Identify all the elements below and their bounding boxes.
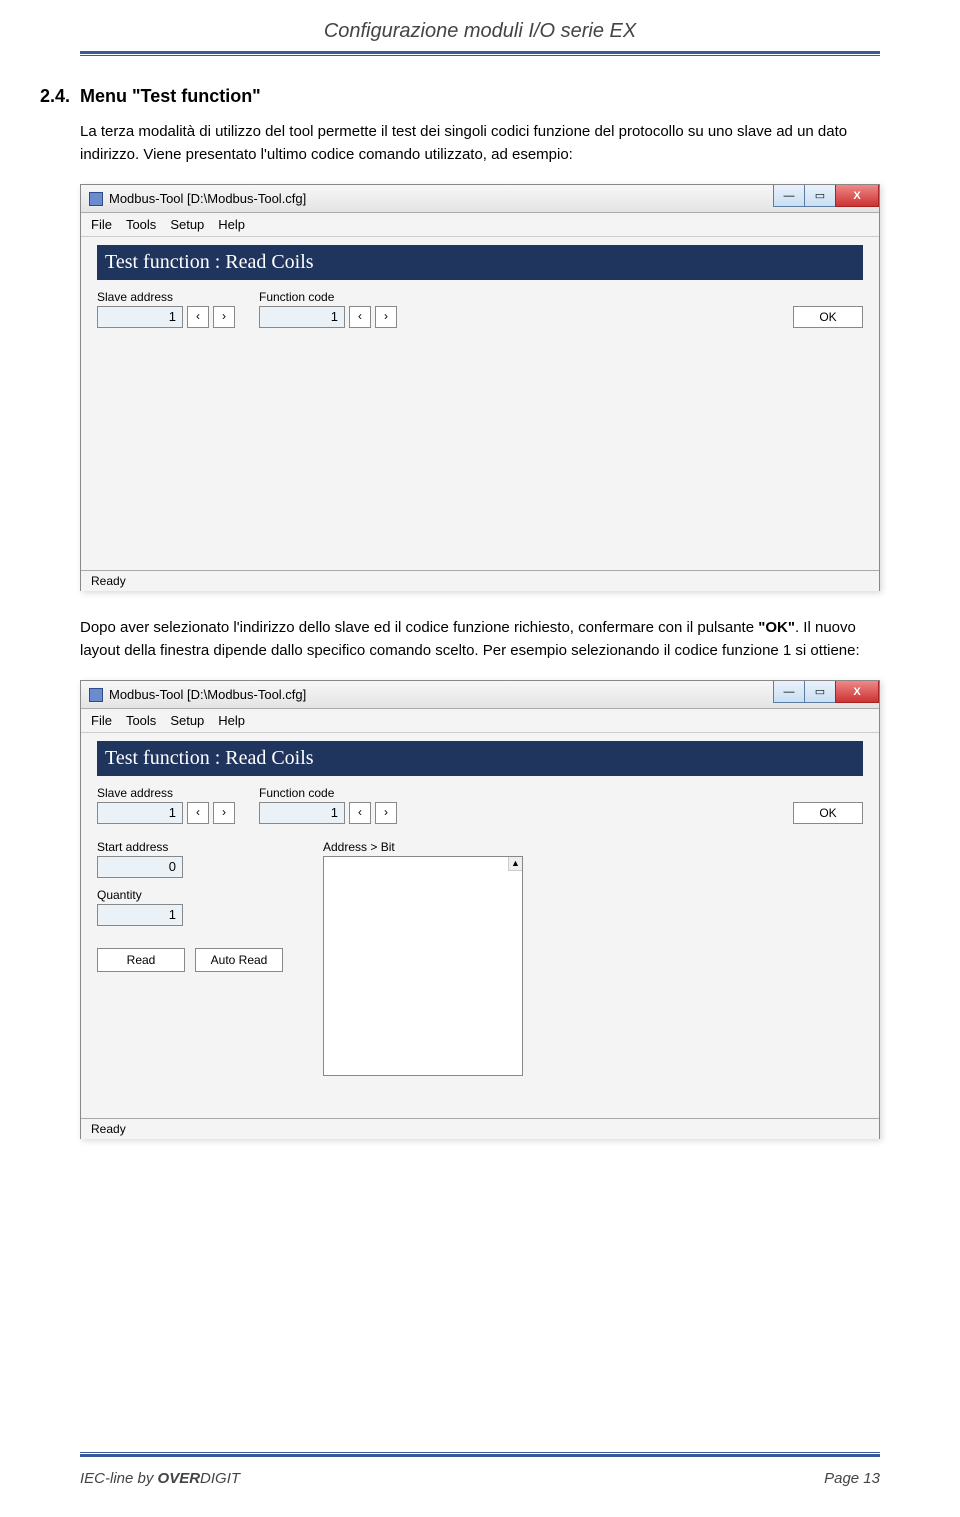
function-code-prev[interactable]: ‹ xyxy=(349,306,371,328)
ok-button[interactable]: OK xyxy=(793,306,863,328)
titlebar: Modbus-Tool [D:\Modbus-Tool.cfg] — ▭ X xyxy=(81,185,879,213)
read-button[interactable]: Read xyxy=(97,948,185,972)
section-number: 2.4. xyxy=(40,86,80,107)
slave-address-label: Slave address xyxy=(97,290,235,304)
window-title: Modbus-Tool [D:\Modbus-Tool.cfg] xyxy=(109,191,306,206)
slave-address-next[interactable]: › xyxy=(213,802,235,824)
menu-setup[interactable]: Setup xyxy=(170,713,204,728)
header-rule xyxy=(80,51,880,56)
slave-address-next[interactable]: › xyxy=(213,306,235,328)
close-button[interactable]: X xyxy=(835,681,879,703)
quantity-label: Quantity xyxy=(97,888,283,902)
slave-address-prev[interactable]: ‹ xyxy=(187,306,209,328)
ok-button[interactable]: OK xyxy=(793,802,863,824)
start-address-input[interactable]: 0 xyxy=(97,856,183,878)
quantity-input[interactable]: 1 xyxy=(97,904,183,926)
slave-address-label: Slave address xyxy=(97,786,235,800)
function-code-label: Function code xyxy=(259,786,397,800)
scroll-up-icon[interactable]: ▲ xyxy=(508,857,522,871)
menu-setup[interactable]: Setup xyxy=(170,217,204,232)
app-window-2: Modbus-Tool [D:\Modbus-Tool.cfg] — ▭ X F… xyxy=(80,680,880,1139)
app-window-1: Modbus-Tool [D:\Modbus-Tool.cfg] — ▭ X F… xyxy=(80,184,880,591)
menubar: File Tools Setup Help xyxy=(81,213,879,237)
page-number: Page 13 xyxy=(824,1470,880,1487)
function-banner: Test function : Read Coils xyxy=(97,245,863,280)
slave-address-input[interactable]: 1 xyxy=(97,306,183,328)
function-code-next[interactable]: › xyxy=(375,306,397,328)
maximize-button[interactable]: ▭ xyxy=(804,681,836,703)
menu-help[interactable]: Help xyxy=(218,713,245,728)
function-code-prev[interactable]: ‹ xyxy=(349,802,371,824)
app-icon xyxy=(89,688,103,702)
menu-tools[interactable]: Tools xyxy=(126,217,156,232)
window-title: Modbus-Tool [D:\Modbus-Tool.cfg] xyxy=(109,687,306,702)
function-code-input[interactable]: 1 xyxy=(259,306,345,328)
address-bit-label: Address > Bit xyxy=(323,840,523,854)
doc-header-title: Configurazione moduli I/O serie EX xyxy=(80,20,880,51)
menu-file[interactable]: File xyxy=(91,217,112,232)
function-code-label: Function code xyxy=(259,290,397,304)
titlebar: Modbus-Tool [D:\Modbus-Tool.cfg] — ▭ X xyxy=(81,681,879,709)
menu-help[interactable]: Help xyxy=(218,217,245,232)
minimize-button[interactable]: — xyxy=(773,681,805,703)
section-heading: 2.4.Menu "Test function" xyxy=(40,86,880,107)
status-bar: Ready xyxy=(81,570,879,591)
function-code-next[interactable]: › xyxy=(375,802,397,824)
maximize-button[interactable]: ▭ xyxy=(804,185,836,207)
function-code-input[interactable]: 1 xyxy=(259,802,345,824)
app-icon xyxy=(89,192,103,206)
start-address-label: Start address xyxy=(97,840,283,854)
menubar: File Tools Setup Help xyxy=(81,709,879,733)
address-bit-list[interactable]: ▲ xyxy=(323,856,523,1076)
menu-tools[interactable]: Tools xyxy=(126,713,156,728)
footer-brand: IEC-line by OVERDIGIT xyxy=(80,1470,240,1487)
status-bar: Ready xyxy=(81,1118,879,1139)
slave-address-input[interactable]: 1 xyxy=(97,802,183,824)
section-title: Menu "Test function" xyxy=(80,86,261,106)
page-footer: IEC-line by OVERDIGIT Page 13 xyxy=(80,1470,880,1487)
slave-address-prev[interactable]: ‹ xyxy=(187,802,209,824)
menu-file[interactable]: File xyxy=(91,713,112,728)
minimize-button[interactable]: — xyxy=(773,185,805,207)
footer-rule xyxy=(80,1452,880,1457)
close-button[interactable]: X xyxy=(835,185,879,207)
paragraph-2: Dopo aver selezionato l'indirizzo dello … xyxy=(80,617,880,662)
function-banner: Test function : Read Coils xyxy=(97,741,863,776)
auto-read-button[interactable]: Auto Read xyxy=(195,948,283,972)
paragraph-1: La terza modalità di utilizzo del tool p… xyxy=(80,121,880,166)
